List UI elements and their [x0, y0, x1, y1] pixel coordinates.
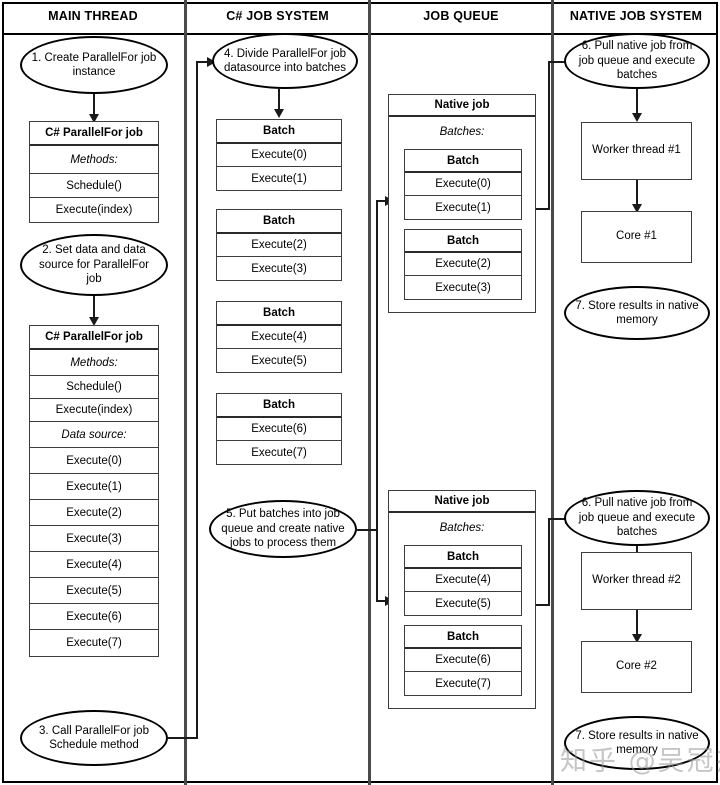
lane-title-native-job-system: NATIVE JOB SYSTEM [569, 8, 703, 23]
cs-batch-2-item-0: Execute(4) [217, 326, 341, 349]
lane-title-main-thread: MAIN THREAD [48, 8, 138, 23]
connector-step1-to-job-a [93, 94, 95, 116]
cs-batch-3: Batch Execute(6) Execute(7) [216, 393, 342, 465]
thread-1-step-7-oval[interactable]: 7. Store results in native memory [564, 716, 710, 770]
native-job-0-batch-1-item-0: Execute(2) [405, 253, 521, 276]
connector-step2-to-job-b [93, 296, 95, 319]
native-job-1-header: Native job [389, 491, 535, 513]
cs-batch-1-item-0: Execute(2) [217, 234, 341, 257]
step-2-oval[interactable]: 2. Set data and data source for Parallel… [20, 234, 168, 296]
cs-batch-2-item-1: Execute(5) [217, 349, 341, 372]
job-b-datasource-3: Execute(3) [30, 526, 158, 552]
thread-0-arrow-step6-to-worker [632, 113, 642, 122]
cs-batch-0: Batch Execute(0) Execute(1) [216, 119, 342, 191]
step-5-oval[interactable]: 5. Put batches into job queue and create… [209, 500, 357, 558]
native-job-1-batch-0-item-1: Execute(5) [405, 592, 521, 615]
step-4-oval[interactable]: 4. Divide ParallelFor job datasource int… [212, 33, 358, 89]
thread-0-core-box: Core #1 [581, 211, 692, 263]
native-job-0-header: Native job [389, 95, 535, 117]
job-a-section-methods: Methods: [30, 146, 158, 174]
connector-step4-to-batch-1 [278, 89, 280, 111]
job-b-datasource-1: Execute(1) [30, 474, 158, 500]
connector-njob1-up [548, 61, 550, 209]
thread-0-step-7-oval[interactable]: 7. Store results in native memory [564, 286, 710, 340]
job-b-datasource-2: Execute(2) [30, 500, 158, 526]
lane-divider-1 [184, 0, 187, 785]
native-job-1-batch-1-item-0: Execute(6) [405, 649, 521, 672]
connector-step3-right [168, 737, 198, 739]
native-job-0-batch-0-header: Batch [405, 150, 521, 173]
job-b-datasource-6: Execute(6) [30, 604, 158, 630]
connector-step5-down [376, 529, 378, 602]
thread-0-connector-step6-to-worker [636, 89, 638, 115]
job-a-header: C# ParallelFor job [30, 122, 158, 146]
native-job-0-batch-0-item-0: Execute(0) [405, 173, 521, 196]
job-b-datasource-4: Execute(4) [30, 552, 158, 578]
job-b-datasource-0: Execute(0) [30, 448, 158, 474]
job-b-section-methods: Methods: [30, 350, 158, 376]
connector-step5-right [355, 529, 378, 531]
connector-njob2-up [548, 518, 550, 606]
native-job-1-batch-0-header: Batch [405, 546, 521, 569]
native-job-1-batch-1-header: Batch [405, 626, 521, 649]
native-job-1-batch-0: Batch Execute(4) Execute(5) [404, 545, 522, 616]
lane-divider-3 [551, 0, 554, 785]
native-job-0-batch-1-item-1: Execute(3) [405, 276, 521, 299]
cs-batch-0-header: Batch [217, 120, 341, 144]
cs-batch-1-item-1: Execute(3) [217, 257, 341, 280]
cs-parallelfor-job-a: C# ParallelFor job Methods: Schedule() E… [29, 121, 159, 223]
job-b-method-0: Schedule() [30, 376, 158, 399]
native-job-0-batch-1-header: Batch [405, 230, 521, 253]
job-b-method-1: Execute(index) [30, 399, 158, 422]
cs-batch-1: Batch Execute(2) Execute(3) [216, 209, 342, 281]
thread-1-step-6-oval[interactable]: 6. Pull native job from job queue and ex… [564, 490, 710, 546]
cs-batch-0-item-0: Execute(0) [217, 144, 341, 167]
lane-title-cs-job-system: C# JOB SYSTEM [226, 8, 329, 23]
job-b-section-datasource: Data source: [30, 422, 158, 448]
step-3-oval[interactable]: 3. Call ParallelFor job Schedule method [20, 710, 168, 766]
thread-1-worker-box: Worker thread #2 [581, 552, 692, 610]
native-job-0-batch-0-item-1: Execute(1) [405, 196, 521, 219]
job-a-method-1: Execute(index) [30, 198, 158, 222]
thread-1-connector-worker-to-core [636, 610, 638, 636]
cs-batch-1-header: Batch [217, 210, 341, 234]
thread-1-core-box: Core #2 [581, 641, 692, 693]
job-b-datasource-5: Execute(5) [30, 578, 158, 604]
native-job-1-batch-1-item-1: Execute(7) [405, 672, 521, 695]
native-job-0-batch-0: Batch Execute(0) Execute(1) [404, 149, 522, 220]
diagram-canvas: MAIN THREAD C# JOB SYSTEM JOB QUEUE NATI… [0, 0, 720, 785]
native-job-0-batch-1: Batch Execute(2) Execute(3) [404, 229, 522, 300]
step-1-oval[interactable]: 1. Create ParallelFor job instance [20, 36, 168, 94]
native-job-0-section: Batches: [439, 126, 485, 138]
lane-divider-2 [368, 0, 371, 785]
connector-step5-up [376, 200, 378, 530]
thread-0-connector-worker-to-core [636, 180, 638, 206]
connector-step3-up [196, 61, 198, 738]
cs-batch-3-header: Batch [217, 394, 341, 418]
arrow-step4-to-batch-1 [274, 109, 284, 118]
native-job-1-batch-0-item-0: Execute(4) [405, 569, 521, 592]
native-job-1-batch-1: Batch Execute(6) Execute(7) [404, 625, 522, 696]
job-b-header: C# ParallelFor job [30, 326, 158, 350]
cs-batch-2: Batch Execute(4) Execute(5) [216, 301, 342, 373]
cs-batch-2-header: Batch [217, 302, 341, 326]
thread-0-worker-box: Worker thread #1 [581, 122, 692, 180]
job-a-method-0: Schedule() [30, 174, 158, 198]
cs-batch-0-item-1: Execute(1) [217, 167, 341, 190]
native-job-1-section: Batches: [439, 522, 485, 534]
cs-batch-3-item-0: Execute(6) [217, 418, 341, 441]
cs-batch-3-item-1: Execute(7) [217, 441, 341, 464]
lane-title-job-queue: JOB QUEUE [423, 8, 499, 23]
job-b-datasource-7: Execute(7) [30, 630, 158, 656]
thread-0-step-6-oval[interactable]: 6. Pull native job from job queue and ex… [564, 33, 710, 89]
cs-parallelfor-job-b: C# ParallelFor job Methods: Schedule() E… [29, 325, 159, 657]
